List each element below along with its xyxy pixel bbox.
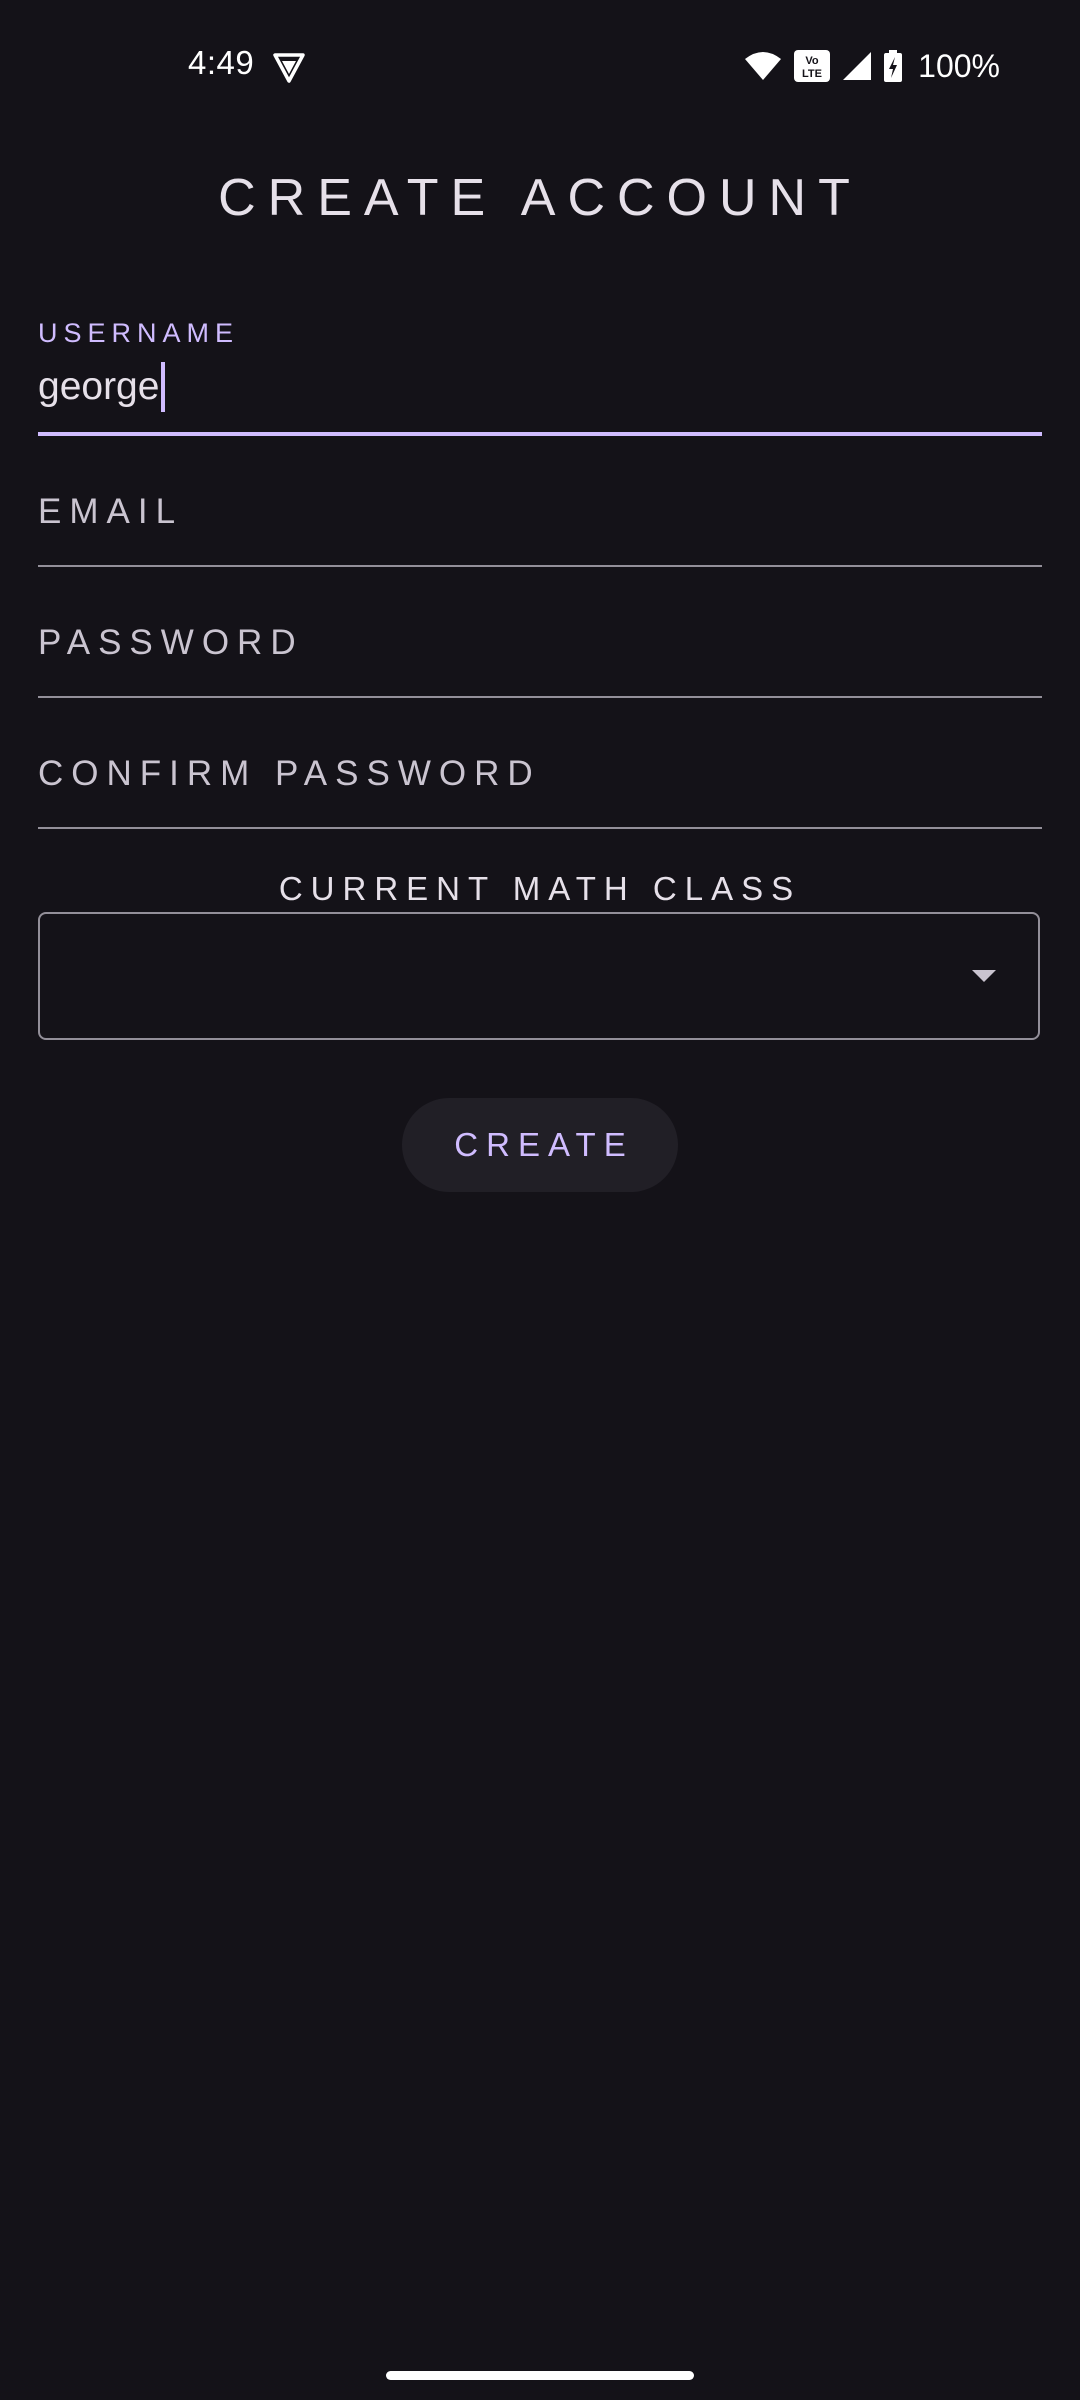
text-cursor (161, 362, 166, 412)
math-class-label: CURRENT MATH CLASS (278, 870, 802, 907)
cell-signal-icon (843, 52, 872, 80)
email-field[interactable]: EMAIL (38, 468, 1042, 567)
password-field[interactable]: PASSWORD (38, 599, 1042, 698)
math-class-dropdown[interactable] (38, 912, 1040, 1040)
username-value-wrap: george (38, 362, 166, 412)
wifi-icon (745, 52, 782, 80)
password-underline (38, 696, 1042, 698)
vpn-shield-icon (273, 53, 305, 83)
create-button[interactable]: CREATE (402, 1098, 678, 1192)
confirm-password-underline (38, 827, 1042, 829)
volte-icon: Vo LTE (794, 50, 831, 82)
email-underline (38, 565, 1042, 567)
svg-text:Vo: Vo (806, 55, 820, 67)
gesture-nav-handle[interactable] (386, 2371, 694, 2380)
dropdown-arrow-icon[interactable] (972, 970, 996, 982)
username-underline (38, 432, 1042, 436)
email-label: EMAIL (38, 492, 184, 531)
username-field[interactable]: USERNAME george (38, 318, 1042, 436)
battery-charging-icon (884, 50, 903, 82)
username-label: USERNAME (38, 318, 240, 348)
status-time: 4:49 (188, 44, 255, 81)
confirm-password-field[interactable]: CONFIRM PASSWORD (38, 730, 1042, 829)
status-bar: 4:49 Vo LTE 100% (0, 0, 1080, 130)
password-label: PASSWORD (38, 623, 304, 662)
svg-text:LTE: LTE (802, 68, 822, 80)
page-title: CREATE ACCOUNT (218, 169, 862, 227)
username-value: george (38, 365, 160, 408)
status-icons: Vo LTE 100% (744, 46, 1000, 86)
confirm-password-label: CONFIRM PASSWORD (38, 754, 541, 793)
battery-percent: 100% (918, 47, 1000, 84)
